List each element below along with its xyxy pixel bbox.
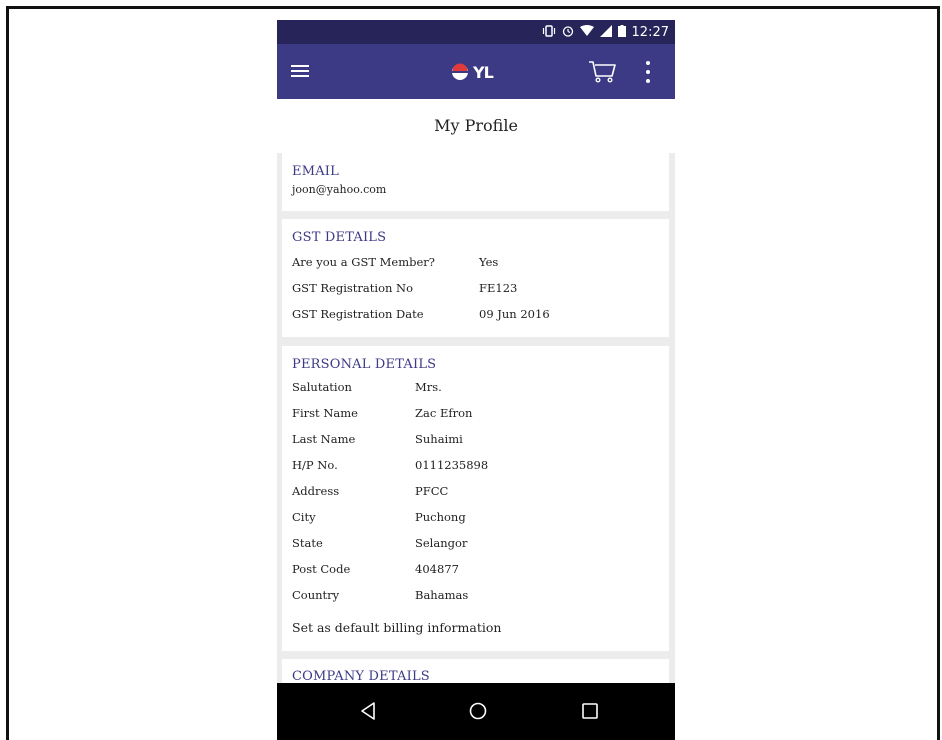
email-card: EMAIL joon@yahoo.com (282, 153, 669, 211)
app-logo: YL (451, 59, 494, 85)
personal-row: Post Code 404877 (292, 562, 659, 588)
gst-label: GST Registration No (292, 281, 414, 295)
gst-details-card: GST DETAILS Are you a GST Member? Yes GS… (282, 219, 669, 337)
personal-label: State (292, 536, 323, 550)
personal-label: City (292, 510, 316, 524)
gst-row: Are you a GST Member? Yes (292, 255, 659, 281)
personal-value: Suhaimi (415, 432, 463, 446)
phone-screen: 12:27 YL My Profile EMAIL joon@yahoo.com… (277, 20, 675, 740)
gst-row: GST Registration No FE123 (292, 281, 659, 307)
personal-label: Post Code (292, 562, 351, 576)
overflow-menu-icon[interactable] (643, 60, 653, 86)
back-icon[interactable] (359, 701, 377, 721)
email-value: joon@yahoo.com (292, 183, 387, 196)
personal-row: State Selangor (292, 536, 659, 562)
personal-value: Bahamas (415, 588, 469, 602)
personal-value: Zac Efron (415, 406, 473, 420)
personal-row: H/P No. 0111235898 (292, 458, 659, 484)
status-bar: 12:27 (277, 20, 675, 44)
alarm-icon (562, 25, 574, 39)
personal-value: Mrs. (415, 380, 442, 394)
signal-icon (599, 25, 612, 39)
personal-details-card: PERSONAL DETAILS Salutation Mrs. First Na… (282, 346, 669, 651)
personal-value: Selangor (415, 536, 468, 550)
cart-icon[interactable] (587, 58, 617, 86)
gst-heading: GST DETAILS (292, 230, 387, 245)
logo-text: YL (473, 62, 494, 82)
personal-label: Country (292, 588, 340, 602)
personal-value: PFCC (415, 484, 449, 498)
gst-label: Are you a GST Member? (292, 255, 435, 269)
personal-row: City Puchong (292, 510, 659, 536)
logo-emblem-icon (452, 63, 468, 80)
page-title: My Profile (277, 99, 675, 153)
gst-value: Yes (479, 255, 499, 269)
recents-icon[interactable] (581, 701, 599, 721)
gst-value: 09 Jun 2016 (479, 307, 550, 321)
personal-label: Salutation (292, 380, 352, 394)
company-details-card: COMPANY DETAILS (282, 659, 669, 683)
personal-label: H/P No. (292, 458, 338, 472)
email-heading: EMAIL (292, 164, 339, 179)
default-billing-text[interactable]: Set as default billing information (292, 620, 659, 635)
home-icon[interactable] (468, 701, 488, 721)
personal-value: 0111235898 (415, 458, 489, 472)
android-nav-bar (277, 683, 675, 740)
personal-heading: PERSONAL DETAILS (292, 357, 437, 372)
personal-label: First Name (292, 406, 358, 420)
menu-icon[interactable] (291, 62, 313, 80)
personal-row: Last Name Suhaimi (292, 432, 659, 458)
profile-content[interactable]: EMAIL joon@yahoo.com GST DETAILS Are you… (277, 153, 675, 683)
personal-label: Address (292, 484, 340, 498)
wifi-icon (579, 25, 594, 39)
personal-row: Address PFCC (292, 484, 659, 510)
gst-row: GST Registration Date 09 Jun 2016 (292, 307, 659, 333)
company-heading: COMPANY DETAILS (292, 669, 430, 683)
gst-value: FE123 (479, 281, 518, 295)
gst-label: GST Registration Date (292, 307, 424, 321)
personal-label: Last Name (292, 432, 356, 446)
battery-icon (617, 25, 626, 39)
vibrate-icon (542, 25, 556, 39)
personal-row: Country Bahamas (292, 588, 659, 614)
personal-value: Puchong (415, 510, 466, 524)
app-bar: YL (277, 44, 675, 99)
personal-row: First Name Zac Efron (292, 406, 659, 432)
status-time: 12:27 (631, 24, 669, 40)
personal-value: 404877 (415, 562, 459, 576)
personal-row: Salutation Mrs. (292, 380, 659, 406)
